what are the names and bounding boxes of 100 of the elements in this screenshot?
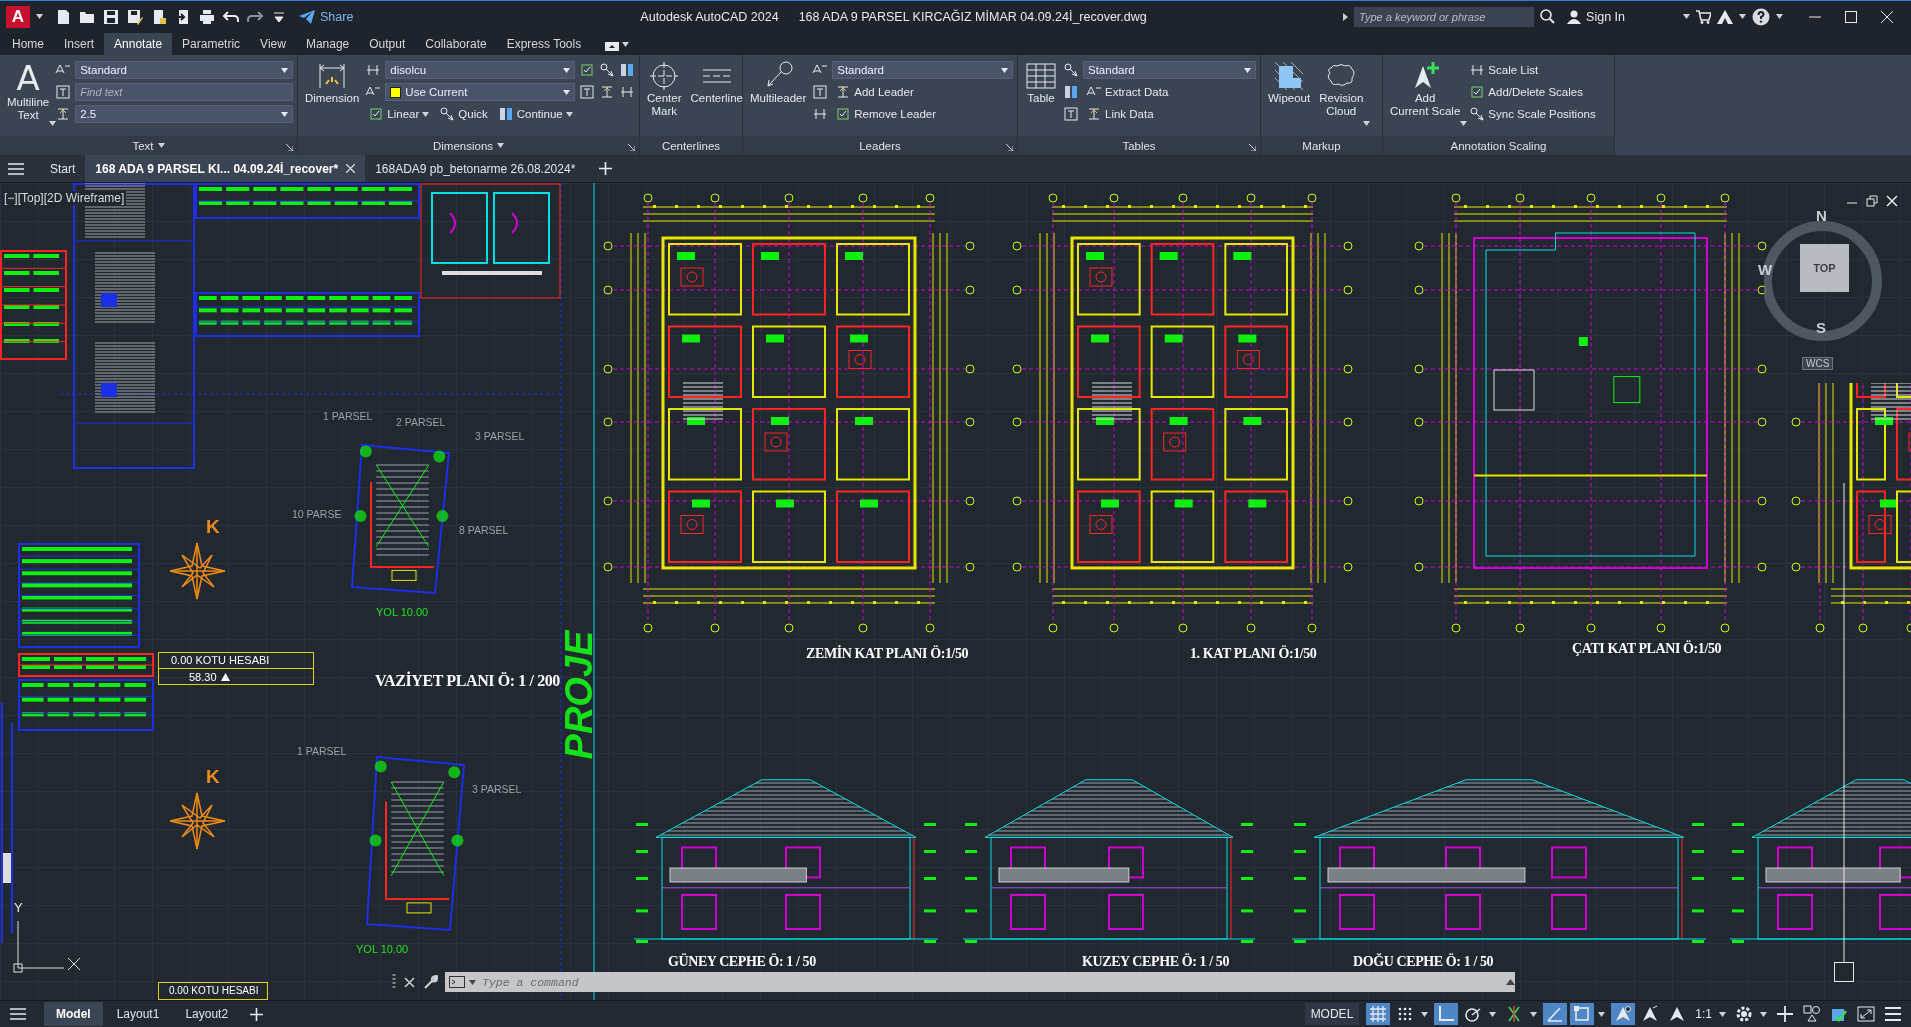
caret-icon[interactable] (1530, 1011, 1538, 1017)
expand-arrow-icon[interactable] (1506, 979, 1515, 985)
ribbon-button[interactable]: Center Mark (644, 58, 685, 136)
caret-icon[interactable] (1760, 1011, 1767, 1017)
dimension-tool-icon[interactable] (619, 62, 635, 78)
ribbon-button[interactable]: A Multiline Text (4, 58, 53, 136)
ribbon-button[interactable]: Wipeout (1265, 58, 1314, 136)
app-menu-button[interactable]: A (6, 5, 30, 28)
file-tab[interactable]: Start (40, 155, 86, 182)
panel-title[interactable]: Centerlines (661, 139, 721, 152)
caret-icon[interactable] (1598, 1011, 1606, 1017)
dropdown[interactable]: Use Current (385, 83, 575, 101)
tool-button[interactable]: Scale List (1466, 62, 1542, 78)
layout-tab[interactable]: Model (44, 1002, 103, 1026)
plus-icon[interactable] (250, 1007, 264, 1021)
panel-title[interactable]: Leaders (859, 139, 901, 152)
tool-button[interactable]: Remove Leader (832, 106, 940, 122)
ribbon-tab[interactable]: Annotate (104, 33, 173, 55)
triangle-logo-icon[interactable] (1717, 9, 1733, 24)
viewcube-face[interactable]: TOP (1800, 244, 1849, 292)
ucs-menu[interactable]: WCS (1802, 357, 1834, 370)
tool-button[interactable]: Add Leader (832, 84, 917, 100)
plus-icon[interactable] (599, 162, 613, 175)
ribbon-button[interactable]: Table (1022, 58, 1060, 136)
restore-icon[interactable] (1866, 195, 1878, 207)
web-file-icon[interactable] (151, 8, 167, 25)
tool-button[interactable]: Sync Scale Positions (1466, 106, 1599, 122)
tool-button[interactable]: Linear (365, 106, 433, 122)
status-toggle[interactable] (1854, 1003, 1878, 1025)
save-icon[interactable] (103, 8, 119, 25)
compass-south[interactable]: S (1816, 319, 1826, 336)
menu-icon[interactable] (8, 162, 24, 175)
panel-title[interactable]: Markup (1302, 139, 1341, 152)
tool-button[interactable]: Quick (436, 106, 491, 122)
maximize-icon[interactable] (1845, 10, 1857, 23)
close-icon[interactable] (1881, 10, 1893, 23)
dropdown[interactable]: disolcu (385, 61, 575, 79)
dialog-launcher-icon[interactable] (1006, 144, 1013, 151)
ribbon-tab[interactable]: Express Tools (496, 33, 592, 55)
ribbon-tab[interactable]: Collaborate (415, 33, 497, 55)
dimension-tool-icon[interactable] (579, 62, 595, 78)
menu-icon[interactable] (10, 1008, 26, 1020)
file-tab[interactable]: 168 ADA 9 PARSEL KI... 04.09.24İ_recover* (85, 155, 366, 182)
dimension-tool-icon[interactable] (599, 84, 615, 100)
dropdown[interactable]: 2.5 (75, 105, 293, 123)
layout-tab[interactable]: Layout1 (104, 1002, 172, 1026)
ribbon-button[interactable]: Dimension (302, 58, 363, 136)
panel-title[interactable]: Tables (1122, 139, 1156, 152)
compass-west[interactable]: W (1758, 261, 1773, 278)
dropdown[interactable]: Standard (75, 61, 293, 79)
dropdown[interactable]: Standard (832, 61, 1013, 79)
panel-title[interactable]: Text (132, 139, 154, 152)
viewport-controls[interactable]: [−][Top][2D Wireframe] (2, 191, 127, 205)
find-text-field[interactable]: Find text (75, 83, 293, 101)
print-icon[interactable] (199, 8, 215, 25)
ribbon-tab[interactable]: View (250, 33, 296, 55)
dimension-tool-icon[interactable] (599, 62, 615, 78)
caret-icon[interactable] (1489, 1011, 1497, 1017)
tool-button[interactable]: Add/Delete Scales (1466, 84, 1586, 100)
status-toggle[interactable]: 1:1 (1692, 1003, 1715, 1025)
panel-title[interactable]: Annotation Scaling (1450, 139, 1547, 152)
dimension-tool-icon[interactable] (579, 84, 595, 100)
dialog-launcher-icon[interactable] (286, 144, 293, 151)
save-as-icon[interactable] (127, 8, 143, 25)
sign-in-button[interactable]: Sign In (1561, 8, 1631, 25)
new-file-icon[interactable] (55, 8, 71, 25)
ribbon-tab[interactable]: Parametric (172, 33, 251, 55)
ribbon-tab[interactable]: Output (359, 33, 416, 55)
ribbon-button[interactable]: Revision Cloud (1316, 58, 1367, 136)
tool-button[interactable]: Continue (494, 106, 576, 122)
ribbon-tab[interactable]: Insert (54, 33, 105, 55)
ribbon-button[interactable]: Add Current Scale (1387, 58, 1464, 136)
undo-icon[interactable] (223, 8, 239, 25)
ribbon-button[interactable]: Centerline (687, 58, 746, 136)
search-field[interactable]: Type a keyword or phrase (1354, 6, 1535, 27)
layout-tab[interactable]: Layout2 (173, 1002, 241, 1026)
tool-button[interactable]: Link Data (1083, 106, 1157, 122)
share-button[interactable]: Share (293, 8, 360, 25)
help-icon[interactable] (1752, 7, 1770, 26)
model-space-button[interactable]: MODEL (1304, 1003, 1360, 1025)
search-icon[interactable] (1540, 9, 1556, 24)
tool-button[interactable]: Extract Data (1083, 84, 1172, 100)
redo-icon[interactable] (247, 8, 263, 25)
ribbon-tab[interactable]: Home (2, 33, 54, 55)
dialog-launcher-icon[interactable] (628, 144, 635, 151)
status-toggle[interactable] (1434, 1003, 1459, 1025)
panel-title[interactable]: Dimensions (432, 139, 494, 152)
caret-icon[interactable] (1719, 1011, 1726, 1017)
cart-icon[interactable] (1696, 9, 1711, 24)
dropdown[interactable]: Standard (1083, 61, 1256, 79)
dialog-launcher-icon[interactable] (1249, 144, 1256, 151)
wrench-icon[interactable] (423, 974, 438, 990)
ribbon-button[interactable]: Multileader (747, 58, 810, 136)
status-toggle[interactable] (1543, 1003, 1568, 1025)
close-icon[interactable] (1886, 195, 1898, 207)
compass-north[interactable]: N (1816, 207, 1827, 224)
file-tab[interactable]: 168ADA9 pb_betonarme 26.08.2024* (365, 155, 586, 182)
close-icon[interactable] (404, 976, 415, 988)
status-toggle[interactable] (1570, 1003, 1595, 1025)
panel-toggle-icon[interactable] (605, 42, 620, 51)
